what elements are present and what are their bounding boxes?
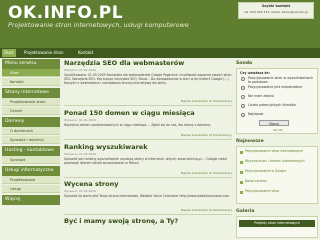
post-title[interactable]: Być i mamy swoją stronę, a Ty? xyxy=(64,217,232,225)
post-meta: Wpisane: 01.09.2009 xyxy=(64,118,96,122)
post-comments-link[interactable]: Napisz komentarz (0 Komentarzy) xyxy=(64,171,232,175)
post-title[interactable]: Narzędzia SEO dla webmasterów xyxy=(64,59,232,67)
bullet-icon xyxy=(240,161,243,164)
poll-option: Nie mam zdania xyxy=(248,94,274,98)
poll-vote-button[interactable]: Głosuj xyxy=(259,120,289,126)
gallery-header: Galeria xyxy=(236,209,255,214)
post-text: Opublikowano: 01.09.2009 Narzędzia dla w… xyxy=(64,73,232,86)
quick-contact-details: tel. 503 029 747, email: admin@ok.info.p… xyxy=(244,10,308,14)
post-text: Najwięcej domen zarejestrowanych w ciągu… xyxy=(64,123,211,127)
menu-item-uslugi[interactable]: Usługi xyxy=(2,185,60,193)
menu-item-o-domenach[interactable]: O domenach xyxy=(2,127,60,135)
wiecej-header: Więcej xyxy=(2,195,60,205)
nav-kontakt[interactable]: Kontakt xyxy=(76,49,95,57)
poll-radio[interactable] xyxy=(241,86,245,90)
gallery-ad[interactable]: Projekty stron internetowych xyxy=(239,220,315,227)
strony-header: Strony internetowe xyxy=(2,88,60,98)
menu-item-kontakt[interactable]: Kontakt xyxy=(2,78,60,86)
uslugi-header: Usługi informatyczne xyxy=(2,166,60,176)
poll-results-link[interactable]: Wyniki xyxy=(237,128,319,132)
post-divider xyxy=(64,177,232,178)
post-text: Sprawdź jaki ranking wyszukiwarek uzysku… xyxy=(64,157,227,166)
post-title[interactable]: Wycena strony xyxy=(64,180,232,188)
news-link[interactable]: Pozycjonowanie stron xyxy=(245,189,315,193)
domeny-header: Domeny xyxy=(2,117,60,127)
menu-item-cennik[interactable]: Cennik xyxy=(2,107,60,115)
menu-item-start[interactable]: Start xyxy=(2,69,60,77)
post-divider xyxy=(64,105,232,106)
post-divider xyxy=(64,139,232,140)
news-link[interactable]: Pozycjonowanie w Google xyxy=(245,169,315,173)
site-logo[interactable]: OK.INFO.PL xyxy=(8,3,123,23)
poll-question: Czy uważasz że: xyxy=(240,71,270,75)
menu-header: Menu serwisu xyxy=(2,59,60,69)
gallery-box: Projekty stron internetowych xyxy=(236,216,318,238)
menu-item-projektowanie[interactable]: Projektowanie stron xyxy=(2,98,60,106)
post-divider xyxy=(64,214,232,215)
poll-radio[interactable] xyxy=(241,77,245,81)
quick-contact-box: Szybki kontakt tel. 503 029 747, email: … xyxy=(238,2,314,19)
menu-item-sprawdz-rejestruj[interactable]: Sprawdź i rejestruj xyxy=(2,136,60,144)
post-meta: Wpisane: 01.09.2009 xyxy=(64,152,96,156)
header: OK.INFO.PL Projektowanie stron interneto… xyxy=(0,0,320,48)
poll-box: Czy uważasz że: Pozycjonowanie stron w w… xyxy=(236,68,318,134)
bullet-icon xyxy=(240,181,243,184)
news-link[interactable]: Pozycjonowanie stron internetowych xyxy=(245,149,315,153)
bullet-icon xyxy=(240,191,243,194)
poll-option: Najlepsze xyxy=(248,112,264,116)
poll-option: Liczba potencjalnych klientów xyxy=(248,103,296,107)
post-comments-link[interactable]: Napisz komentarz (0 Komentarzy) xyxy=(64,133,232,137)
post-comments-link[interactable]: Napisz komentarz (0 Komentarzy) xyxy=(64,99,232,103)
poll-option: Pozycjonowanie jest niepotrzebne xyxy=(248,85,303,89)
menu-item-sprawdz[interactable]: Sprawdź xyxy=(2,156,60,164)
news-link[interactable]: Wycena stron i domen internetowych xyxy=(245,159,315,163)
bullet-icon xyxy=(240,171,243,174)
nav-start[interactable]: Start xyxy=(2,49,16,57)
poll-header: Sonda xyxy=(236,61,253,66)
poll-radio[interactable] xyxy=(241,104,245,108)
post-text: Sprawdź ile warta jest Twoja strona inte… xyxy=(64,194,230,198)
post-meta: Wpisane: 01.09.2009 xyxy=(64,189,96,193)
nav-projektowanie[interactable]: Projektowanie stron xyxy=(22,49,66,57)
post-comments-link[interactable]: Napisz komentarz (0 Komentarzy) xyxy=(64,208,232,212)
news-link[interactable]: Nowe serwisy xyxy=(245,179,315,183)
news-header: Najnowsze xyxy=(236,139,264,144)
poll-option: Pozycjonowanie stron w wyszukiwarkach to… xyxy=(248,76,314,84)
menu-item-projektowanie-2[interactable]: Projektowanie xyxy=(2,176,60,184)
quick-contact-title: Szybki kontakt xyxy=(261,4,291,8)
post-title[interactable]: Ponad 150 domen w ciągu miesiąca xyxy=(64,109,232,117)
poll-radio[interactable] xyxy=(241,113,245,117)
site-tagline: Projektowanie stron internetowych, usług… xyxy=(8,21,189,29)
hosting-header: Hosting - kontaktowe xyxy=(2,146,60,156)
news-box: Pozycjonowanie stron internetowych Wycen… xyxy=(236,146,318,204)
post-meta: Wpisane: 01.09.2009 xyxy=(64,68,96,72)
post-title[interactable]: Ranking wyszukiwarek xyxy=(64,143,232,151)
top-nav: Start Projektowanie stron Kontakt xyxy=(0,48,320,58)
bullet-icon xyxy=(240,151,243,154)
poll-radio[interactable] xyxy=(241,95,245,99)
